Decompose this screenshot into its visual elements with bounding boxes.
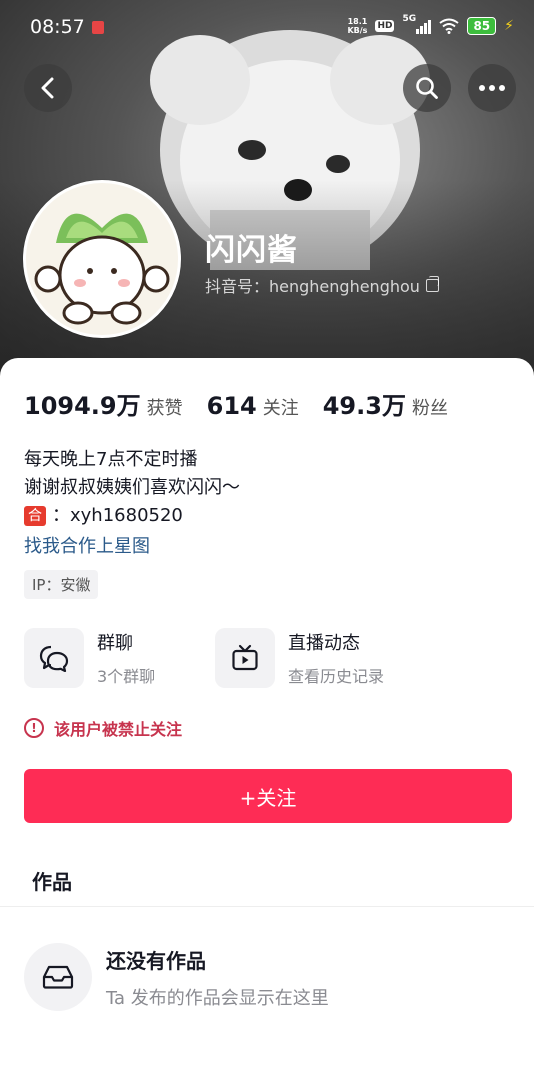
empty-state-subtitle: Ta 发布的作品会显示在这里 [106, 987, 329, 1009]
stat-following[interactable]: 614 关注 [207, 392, 299, 420]
cooperation-icon: 合 [24, 506, 46, 526]
profile-card: 1094.9万 获赞 614 关注 49.3万 粉丝 每天晚上7点不定时播 谢谢… [0, 358, 534, 1080]
warning-icon: ! [24, 718, 44, 738]
stat-followers[interactable]: 49.3万 粉丝 [323, 386, 448, 421]
bio: 每天晚上7点不定时播 谢谢叔叔姨姨们喜欢闪闪～ 合：xyh1680520 [24, 446, 240, 530]
more-horizontal-icon [479, 85, 505, 91]
stat-likes: 1094.9万 获赞 [24, 392, 183, 420]
group-chat-count: 3个群聊 [97, 667, 156, 686]
live-tv-icon [215, 628, 275, 688]
hd-icon: HD [375, 20, 395, 32]
inbox-icon [24, 943, 92, 1011]
bio-line: 每天晚上7点不定时播 [24, 449, 198, 470]
bio-contact-line: 合：xyh1680520 [24, 502, 240, 530]
back-button[interactable] [24, 64, 72, 112]
group-chat-icon [24, 628, 84, 688]
avatar-cartoon-image [26, 183, 178, 335]
charging-icon: ⚡ [504, 18, 514, 34]
nickname: 闪闪酱 [205, 233, 298, 268]
works-empty-state: 还没有作品 Ta 发布的作品会显示在这里 [24, 943, 329, 1011]
chevron-left-icon [41, 77, 54, 99]
tab-works[interactable]: 作品 [32, 866, 72, 895]
avatar[interactable] [23, 180, 181, 338]
battery-icon: 85 [467, 17, 497, 35]
copy-icon[interactable] [425, 275, 439, 292]
empty-state-text: 还没有作品 Ta 发布的作品会显示在这里 [106, 945, 329, 1010]
status-time: 08:57 [30, 16, 85, 38]
profile-stats: 1094.9万 获赞 614 关注 49.3万 粉丝 [24, 386, 472, 421]
live-history-link: 查看历史记录 [288, 667, 385, 686]
status-bar: 08:57 18.1 KB/s HD 5G 85 ⚡ [0, 0, 534, 56]
follow-banned-notice: ! 该用户被禁止关注 [24, 716, 182, 740]
divider [0, 906, 534, 907]
follow-banned-text: 该用户被禁止关注 [54, 720, 183, 739]
group-chat-title: 群聊 [97, 633, 133, 654]
search-icon [416, 77, 438, 99]
follow-button[interactable]: +关注 [24, 769, 512, 823]
bio-line: 谢谢叔叔姨姨们喜欢闪闪～ [24, 477, 240, 498]
wifi-icon [439, 18, 460, 34]
live-activity-text: 直播动态 查看历史记录 [288, 629, 384, 687]
group-chat-text: 群聊 3个群聊 [97, 629, 155, 687]
ip-location-tag: IP：安徽 [24, 570, 99, 599]
network-speed: 18.1 KB/s [347, 17, 368, 35]
signal-icon: 5G [402, 14, 432, 34]
notification-icon [92, 21, 104, 34]
group-chat-entry[interactable]: 群聊 3个群聊 [24, 628, 155, 688]
live-activity-entry[interactable]: 直播动态 查看历史记录 [215, 628, 384, 688]
empty-state-title: 还没有作品 [106, 948, 206, 973]
search-button[interactable] [403, 64, 451, 112]
live-activity-title: 直播动态 [288, 633, 360, 654]
douyin-id-row[interactable]: 抖音号：henghenghenghou [205, 273, 439, 297]
douyin-id: 抖音号：henghenghenghou [205, 277, 420, 296]
star-map-link[interactable]: 找我合作上星图 [24, 532, 150, 558]
status-indicators: 18.1 KB/s HD 5G 85 ⚡ [347, 14, 514, 35]
more-button[interactable] [468, 64, 516, 112]
